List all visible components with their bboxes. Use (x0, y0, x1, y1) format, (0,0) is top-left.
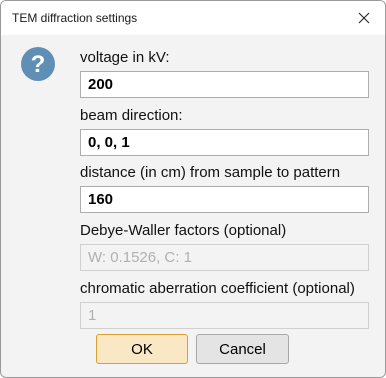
window-title: TEM diffraction settings (12, 11, 138, 25)
debye-waller-label: Debye-Waller factors (optional) (80, 222, 287, 239)
ok-button-label: OK (131, 340, 153, 358)
title-bar[interactable]: TEM diffraction settings (1, 1, 385, 35)
voltage-input[interactable] (80, 71, 369, 98)
close-button[interactable] (349, 5, 379, 31)
distance-label: distance (in cm) from sample to pattern (80, 164, 341, 181)
cancel-button-label: Cancel (219, 340, 266, 358)
debye-waller-input (80, 244, 369, 271)
close-icon (358, 12, 370, 24)
voltage-label: voltage in kV: (80, 49, 170, 66)
dialog-window: TEM diffraction settings ? voltage in kV… (0, 0, 386, 378)
chromatic-aberration-label: chromatic aberration coefficient (option… (80, 280, 355, 297)
chromatic-aberration-input (80, 302, 369, 329)
distance-input[interactable] (80, 186, 369, 213)
beam-direction-label: beam direction: (80, 107, 183, 124)
ok-button[interactable]: OK (96, 334, 188, 364)
question-icon: ? (21, 47, 55, 81)
cancel-button[interactable]: Cancel (196, 334, 289, 364)
beam-direction-input[interactable] (80, 129, 369, 156)
svg-text:?: ? (31, 51, 46, 78)
